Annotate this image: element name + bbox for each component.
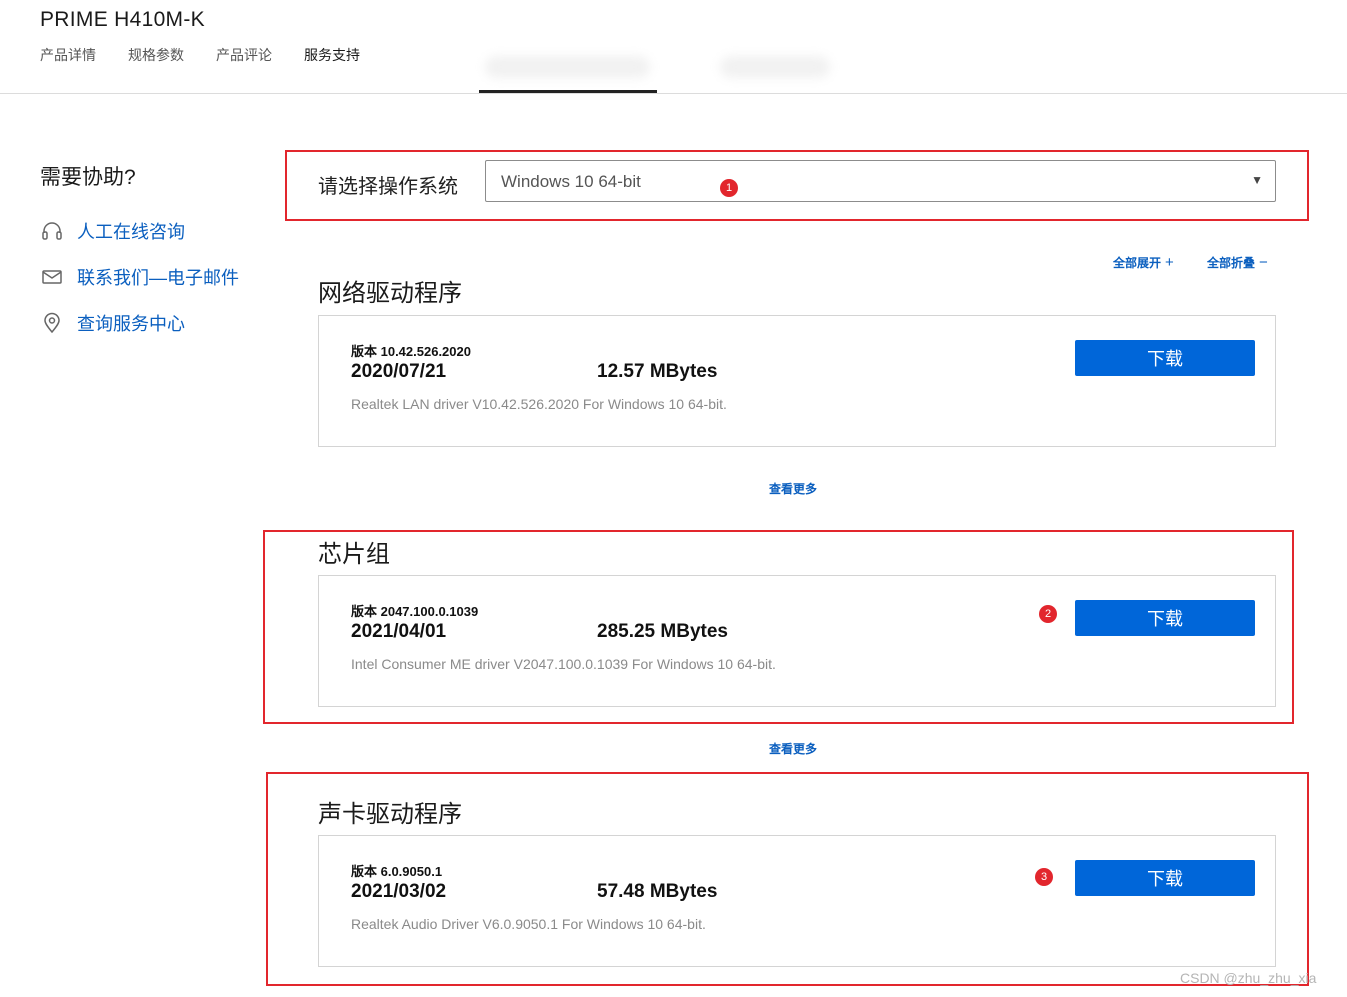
location-pin-icon bbox=[40, 311, 64, 335]
driver-size: 12.57 MBytes bbox=[597, 361, 718, 382]
annotation-marker-2: 2 bbox=[1039, 605, 1057, 623]
tab-product-details[interactable]: 产品详情 bbox=[40, 45, 96, 65]
blurred-subtab[interactable] bbox=[720, 56, 830, 78]
tab-specifications[interactable]: 规格参数 bbox=[128, 45, 184, 65]
annotation-box-chipset bbox=[263, 530, 1294, 724]
email-contact-link[interactable]: 联系我们—电子邮件 bbox=[40, 264, 239, 290]
download-button[interactable]: 下载 bbox=[1075, 340, 1255, 376]
see-more-link[interactable]: 查看更多 bbox=[769, 740, 817, 757]
help-title: 需要协助? bbox=[40, 166, 136, 189]
annotation-marker-3: 3 bbox=[1035, 868, 1053, 886]
driver-date: 2020/07/21 bbox=[351, 361, 447, 382]
expand-all-link[interactable]: 全部展开 + bbox=[1113, 254, 1174, 271]
collapse-all-label: 全部折叠 bbox=[1207, 256, 1256, 270]
active-subtab-underline bbox=[479, 90, 657, 93]
section-title-network: 网络驱动程序 bbox=[318, 280, 462, 307]
blurred-subtab-active[interactable] bbox=[485, 56, 650, 78]
tab-reviews[interactable]: 产品评论 bbox=[216, 45, 272, 65]
watermark: CSDN @zhu_zhu_xia bbox=[1180, 970, 1317, 986]
service-center-label: 查询服务中心 bbox=[77, 314, 185, 334]
driver-version: 版本 10.42.526.2020 bbox=[351, 344, 471, 359]
expand-all-label: 全部展开 bbox=[1113, 256, 1162, 270]
product-tabs: 产品详情 规格参数 产品评论 服务支持 bbox=[40, 45, 392, 65]
driver-card-network: 版本 10.42.526.2020 2020/07/21 12.57 MByte… bbox=[318, 315, 1276, 447]
see-more-link[interactable]: 查看更多 bbox=[769, 480, 817, 497]
service-center-link[interactable]: 查询服务中心 bbox=[40, 310, 185, 336]
mail-icon bbox=[40, 265, 64, 289]
plus-icon: + bbox=[1165, 254, 1174, 271]
page-header: PRIME H410M-K 产品详情 规格参数 产品评论 服务支持 bbox=[0, 0, 1347, 94]
headset-icon bbox=[40, 219, 64, 243]
online-consult-label: 人工在线咨询 bbox=[77, 222, 185, 242]
annotation-box-os bbox=[285, 150, 1309, 221]
email-contact-label: 联系我们—电子邮件 bbox=[77, 268, 239, 288]
driver-description: Realtek LAN driver V10.42.526.2020 For W… bbox=[351, 396, 727, 412]
online-consult-link[interactable]: 人工在线咨询 bbox=[40, 218, 185, 244]
minus-icon: − bbox=[1259, 254, 1268, 271]
product-title: PRIME H410M-K bbox=[40, 8, 205, 31]
tab-service-support[interactable]: 服务支持 bbox=[304, 45, 360, 65]
annotation-marker-1: 1 bbox=[720, 179, 738, 197]
collapse-all-link[interactable]: 全部折叠 − bbox=[1207, 254, 1268, 271]
annotation-box-audio bbox=[266, 772, 1309, 986]
